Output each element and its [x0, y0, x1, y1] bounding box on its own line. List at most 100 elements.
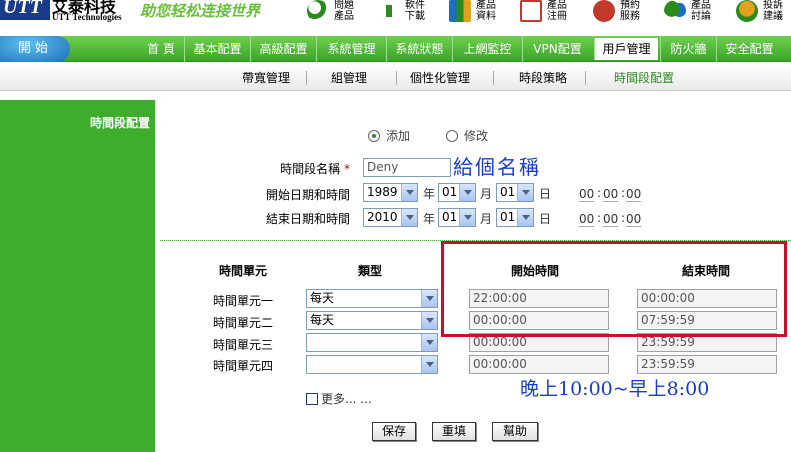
radio-dot[interactable]: [446, 129, 458, 142]
sidebar-title: 時間段配置: [89, 116, 150, 130]
nav-basic-config[interactable]: 基本配置: [184, 36, 250, 62]
start-button[interactable]: 開始: [0, 36, 70, 62]
type-select[interactable]: 每天: [306, 311, 438, 330]
subnav-group[interactable]: 組管理: [320, 65, 378, 91]
end-minute-input[interactable]: 00: [603, 212, 619, 227]
radio-edit[interactable]: 修改: [446, 127, 488, 144]
top-header: UTT 艾泰科技 UTT Technologies 助您轻松连接世界 問題 產品…: [0, 0, 791, 36]
col-header-unit: 時間單元: [218, 264, 267, 278]
chevron-down-icon[interactable]: [517, 209, 533, 226]
time-unit-label: 時間單元二: [213, 316, 274, 330]
sub-nav: 帶寬管理 組管理 個性化管理 時段策略 時間段配置: [0, 65, 791, 91]
nav-user-management[interactable]: 用戶管理: [594, 38, 658, 60]
time-colon: :: [621, 186, 626, 200]
month-unit: 月: [480, 187, 493, 201]
header-link-forum[interactable]: 產品 討論: [664, 0, 713, 22]
end-datetime-label: 結束日期和時間: [265, 212, 350, 226]
time-unit-label: 時間單元一: [213, 294, 274, 308]
time-annotation: 晚上10:00~早上8:00: [520, 378, 710, 400]
chevron-down-icon[interactable]: [459, 184, 475, 201]
subnav-time-range-config[interactable]: 時間段配置: [604, 65, 684, 91]
slogan: 助您轻松连接世界: [140, 2, 261, 20]
end-month-select[interactable]: 01: [438, 208, 476, 227]
end-second-input[interactable]: 00: [626, 212, 642, 227]
type-select[interactable]: [306, 355, 438, 374]
more-checkbox[interactable]: 更多... ...: [306, 390, 372, 407]
name-label: 時間段名稱 *: [280, 162, 350, 176]
radio-edit-label: 修改: [464, 129, 489, 143]
chevron-down-icon[interactable]: [459, 209, 475, 226]
subnav-bandwidth[interactable]: 帶寬管理: [232, 65, 300, 91]
subnav-divider: [306, 71, 307, 85]
time-colon: :: [597, 186, 602, 200]
start-year-select[interactable]: 1989: [363, 183, 418, 202]
name-input[interactable]: Deny: [363, 158, 451, 177]
nav-home[interactable]: 首 頁: [138, 36, 184, 62]
register-icon: [520, 0, 542, 22]
header-link-service[interactable]: 預約 服務: [593, 0, 642, 22]
end-time-input[interactable]: 23:59:59: [637, 355, 777, 374]
phone-icon: [593, 0, 615, 22]
start-day-select[interactable]: 01: [496, 183, 534, 202]
time-colon: :: [597, 211, 602, 225]
subnav-divider: [396, 71, 397, 85]
nav-vpn-config[interactable]: VPN配置: [522, 36, 592, 62]
header-link-docs[interactable]: 產品 資料: [449, 0, 498, 22]
start-datetime-label: 開始日期和時間: [265, 188, 350, 202]
end-hour-input[interactable]: 00: [579, 212, 595, 227]
start-time-input[interactable]: 00:00:00: [469, 355, 609, 374]
month-unit: 月: [480, 212, 493, 226]
day-unit: 日: [539, 212, 552, 226]
company-name-en: UTT Technologies: [52, 12, 122, 22]
subnav-divider: [493, 71, 494, 85]
radio-dot[interactable]: [368, 129, 380, 142]
col-header-type: 類型: [357, 264, 382, 278]
utt-logo[interactable]: UTT: [0, 0, 50, 20]
chevron-down-icon[interactable]: [421, 356, 437, 373]
reset-button[interactable]: 重填: [432, 422, 476, 441]
nav-firewall[interactable]: 防火牆: [660, 36, 716, 62]
chevron-down-icon[interactable]: [421, 290, 437, 307]
nav-system-admin[interactable]: 系統管理: [316, 36, 386, 62]
time-colon: :: [621, 211, 626, 225]
type-select[interactable]: [306, 333, 438, 352]
chevron-down-icon[interactable]: [401, 184, 417, 201]
chevron-down-icon[interactable]: [421, 312, 437, 329]
start-month-select[interactable]: 01: [438, 183, 476, 202]
more-label: 更多... ...: [321, 392, 372, 406]
radio-add[interactable]: 添加: [368, 127, 410, 144]
suggest-icon: [736, 0, 758, 22]
nav-security-config[interactable]: 安全配置: [716, 36, 782, 62]
time-unit-label: 時間單元三: [213, 338, 274, 352]
type-select[interactable]: 每天: [306, 289, 438, 308]
save-button[interactable]: 保存: [372, 422, 416, 441]
search-icon: [307, 0, 329, 22]
start-minute-input[interactable]: 00: [603, 187, 619, 202]
end-day-select[interactable]: 01: [496, 208, 534, 227]
subnav-time-policy[interactable]: 時段策略: [508, 65, 578, 91]
highlight-box: [441, 241, 787, 337]
header-link-register[interactable]: 產品 注冊: [520, 0, 569, 22]
main-nav: 開始 首 頁 基本配置 高級配置 系統管理 系統狀態 上網監控 VPN配置 用戶…: [0, 36, 791, 62]
start-second-input[interactable]: 00: [626, 187, 642, 202]
chevron-down-icon[interactable]: [401, 209, 417, 226]
nav-advanced-config[interactable]: 高級配置: [250, 36, 316, 62]
end-year-select[interactable]: 2010: [363, 208, 418, 227]
year-unit: 年: [423, 212, 436, 226]
checkbox-box[interactable]: [306, 392, 318, 405]
help-button[interactable]: 幫助: [492, 422, 538, 441]
subnav-personalization[interactable]: 個性化管理: [402, 65, 478, 91]
download-icon: [378, 0, 400, 22]
users-icon: [664, 0, 686, 22]
start-hour-input[interactable]: 00: [579, 187, 595, 202]
subnav-divider: [585, 71, 586, 85]
header-link-faq[interactable]: 問題 產品: [307, 0, 356, 22]
nav-internet-monitor[interactable]: 上網監控: [452, 36, 522, 62]
chevron-down-icon[interactable]: [421, 334, 437, 351]
nav-system-status[interactable]: 系統狀態: [386, 36, 452, 62]
name-annotation: 給個名稱: [453, 155, 541, 179]
chevron-down-icon[interactable]: [517, 184, 533, 201]
day-unit: 日: [539, 187, 552, 201]
header-link-feedback[interactable]: 投訴 建議: [736, 0, 785, 22]
header-link-download[interactable]: 軟件 下載: [378, 0, 427, 22]
